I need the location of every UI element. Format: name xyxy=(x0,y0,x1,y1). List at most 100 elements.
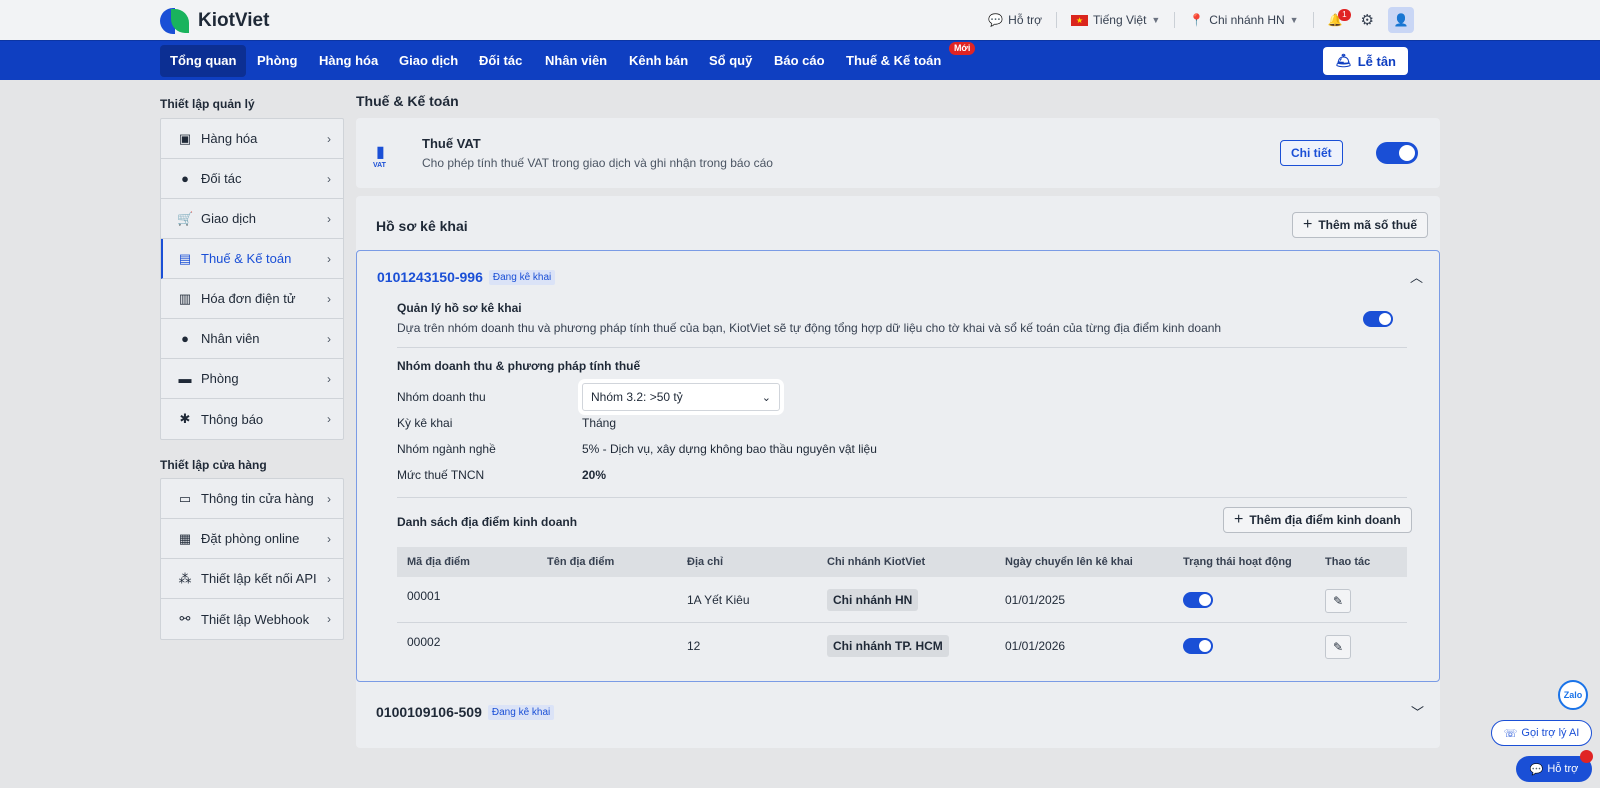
chevron-up-icon[interactable]: ︿ xyxy=(1410,267,1423,286)
profile-section-title: Hồ sơ kê khai xyxy=(376,218,468,234)
manage-description: Dựa trên nhóm doanh thu và phương pháp t… xyxy=(397,321,1222,335)
ai-assistant-button[interactable]: ☏ Gọi trợ lý AI xyxy=(1491,720,1592,746)
nav-giao-dich[interactable]: Giao dịch xyxy=(389,45,468,77)
tax-id: 0100109106-509 xyxy=(376,704,482,720)
sidebar-item-label: Thiết lập kết nối API xyxy=(201,571,317,586)
vat-detail-button[interactable]: Chi tiết xyxy=(1280,140,1343,166)
phone-icon: ☏ xyxy=(1503,727,1518,740)
cart-icon: 🛒 xyxy=(177,210,194,226)
sidebar-item-label: Đặt phòng online xyxy=(201,531,300,546)
language-selector[interactable]: Tiếng Việt ▼ xyxy=(1057,13,1174,27)
vat-card: ▮ VAT Thuế VAT Cho phép tính thuế VAT tro… xyxy=(356,118,1440,188)
nav-thue-label: Thuế & Kế toán xyxy=(846,53,942,68)
sidebar-item-giao-dich[interactable]: 🛒 Giao dịch › xyxy=(161,199,343,239)
webhook-icon: ⚯ xyxy=(179,611,191,626)
nav-hang-hoa[interactable]: Hàng hóa xyxy=(309,45,388,77)
tax-profile-header: 0100109106-509 Đang kê khai xyxy=(376,704,555,720)
revenue-group-label: Nhóm doanh thu xyxy=(397,390,486,404)
sidebar-item-thong-tin-cua-hang[interactable]: ▭ Thông tin cửa hàng › xyxy=(161,479,343,519)
sidebar-item-hoa-don[interactable]: ▥ Hóa đơn điện tử › xyxy=(161,279,343,319)
add-location-label: Thêm địa điểm kinh doanh xyxy=(1249,513,1401,527)
locations-title: Danh sách địa điểm kinh doanh xyxy=(397,515,578,529)
alarm-icon: ✱ xyxy=(179,411,191,426)
kiotviet-logo-icon xyxy=(160,6,190,36)
reception-button[interactable]: 🛎 Lễ tân xyxy=(1323,47,1408,75)
table-row: 00002 12 Chi nhánh TP. HCM 01/01/2026 ✎ xyxy=(397,623,1407,669)
sidebar-item-label: Thuế & Kế toán xyxy=(201,251,292,266)
nav-bao-cao[interactable]: Báo cáo xyxy=(764,45,835,77)
nav-so-quy[interactable]: Sổ quỹ xyxy=(699,45,762,77)
sidebar-item-ket-noi-api[interactable]: ⁂ Thiết lập kết nối API › xyxy=(161,559,343,599)
status-toggle[interactable] xyxy=(1183,638,1213,654)
brand-name: KiotViet xyxy=(198,10,270,31)
nav-thue-ke-toan[interactable]: Thuế & Kế toán Mới xyxy=(836,42,976,77)
vat-toggle[interactable] xyxy=(1376,142,1418,164)
nav-phong[interactable]: Phòng xyxy=(247,45,307,77)
add-tax-id-button[interactable]: + Thêm mã số thuế xyxy=(1292,212,1429,238)
location-address: 12 xyxy=(687,639,701,653)
revenue-group-value: Nhóm 3.2: >50 tỷ xyxy=(591,390,683,404)
sidebar-item-phong[interactable]: ▬ Phòng › xyxy=(161,359,343,399)
plus-icon: + xyxy=(1303,216,1313,233)
chevron-down-icon[interactable]: ﹀ xyxy=(1411,702,1424,721)
sidebar-item-thong-bao[interactable]: ✱ Thông báo › xyxy=(161,399,343,439)
chevron-right-icon: › xyxy=(327,531,331,546)
column-header: Ngày chuyển lên kê khai xyxy=(1005,556,1133,568)
period-value: Tháng xyxy=(582,416,617,430)
sidebar-group-title: Thiết lập quản lý xyxy=(160,97,255,111)
zalo-chat-button[interactable]: Zalo xyxy=(1558,680,1588,710)
top-bar: KiotViet 💬 Hỗ trợ Tiếng Việt ▼ 📍 Chi nhá… xyxy=(0,0,1600,40)
revenue-group-select[interactable]: Nhóm 3.2: >50 tỷ ⌄ xyxy=(582,383,780,411)
chevron-down-icon: ⌄ xyxy=(761,391,771,404)
sidebar-item-thue-ke-toan[interactable]: ▤ Thuế & Kế toán › xyxy=(161,239,343,279)
kiotviet-logo[interactable]: KiotViet xyxy=(160,6,269,36)
edit-button[interactable]: ✎ xyxy=(1325,635,1351,659)
branch-selector[interactable]: 📍 Chi nhánh HN ▼ xyxy=(1175,13,1312,27)
chat-bubble-icon: 💬 xyxy=(988,13,1004,27)
nav-kenh-ban[interactable]: Kênh bán xyxy=(619,45,698,77)
vat-description: Cho phép tính thuế VAT trong giao dịch v… xyxy=(422,156,773,170)
status-toggle[interactable] xyxy=(1183,592,1213,608)
location-address: 1A Yết Kiêu xyxy=(687,592,750,607)
api-nodes-icon: ⁂ xyxy=(178,570,192,586)
tax-profile-card-collapsed[interactable]: 0100109106-509 Đang kê khai ﹀ xyxy=(356,690,1440,736)
vat-document-icon: ▮ VAT xyxy=(373,144,386,169)
chat-icon: 💬 xyxy=(1529,763,1544,776)
help-notification-dot xyxy=(1580,750,1593,763)
support-label: Hỗ trợ xyxy=(1008,13,1043,27)
sidebar-item-dat-phong-online[interactable]: ▦ Đặt phòng online › xyxy=(161,519,343,559)
language-label: Tiếng Việt xyxy=(1093,13,1147,27)
bed-icon: ▬ xyxy=(178,371,192,386)
nav-nhan-vien[interactable]: Nhân viên xyxy=(535,45,617,77)
nav-doi-tac[interactable]: Đối tác xyxy=(469,45,532,77)
main-nav: Tổng quan Phòng Hàng hóa Giao dịch Đối t… xyxy=(0,40,1600,80)
status-badge: Đang kê khai xyxy=(487,704,555,720)
vat-icon-label: VAT xyxy=(373,162,386,169)
sidebar-item-nhan-vien[interactable]: ● Nhân viên › xyxy=(161,319,343,359)
branch-tag: Chi nhánh TP. HCM xyxy=(827,635,949,657)
notifications-button[interactable]: 🔔 1 xyxy=(1314,9,1357,27)
sidebar-item-webhook[interactable]: ⚯ Thiết lập Webhook › xyxy=(161,599,343,639)
avatar[interactable]: 👤 xyxy=(1388,7,1414,33)
location-code: 00002 xyxy=(407,635,441,649)
chevron-down-icon: ▼ xyxy=(1289,15,1299,25)
support-link[interactable]: 💬 Hỗ trợ xyxy=(974,13,1056,27)
column-header: Mã địa điểm xyxy=(407,556,470,568)
add-location-button[interactable]: + Thêm địa điểm kinh doanh xyxy=(1223,507,1412,533)
settings-button[interactable]: ⚙ xyxy=(1357,11,1378,29)
location-pin-icon: 📍 xyxy=(1189,13,1205,27)
sidebar-item-label: Nhân viên xyxy=(201,331,260,346)
tax-id: 0101243150-996 xyxy=(377,269,483,285)
manage-profile-toggle[interactable] xyxy=(1363,311,1393,327)
sidebar-item-hang-hoa[interactable]: ▣ Hàng hóa › xyxy=(161,119,343,159)
tax-profile-header[interactable]: 0101243150-996 Đang kê khai xyxy=(377,269,556,285)
nav-tong-quan[interactable]: Tổng quan xyxy=(160,45,247,77)
vietnam-flag-icon xyxy=(1071,14,1089,26)
chevron-right-icon: › xyxy=(327,211,331,226)
sidebar-item-label: Thiết lập Webhook xyxy=(201,611,310,627)
sidebar-item-label: Hàng hóa xyxy=(201,131,258,146)
tncn-value: 20% xyxy=(582,468,607,482)
edit-button[interactable]: ✎ xyxy=(1325,589,1351,613)
declaration-date: 01/01/2026 xyxy=(1005,639,1066,653)
sidebar-item-doi-tac[interactable]: ● Đối tác › xyxy=(161,159,343,199)
